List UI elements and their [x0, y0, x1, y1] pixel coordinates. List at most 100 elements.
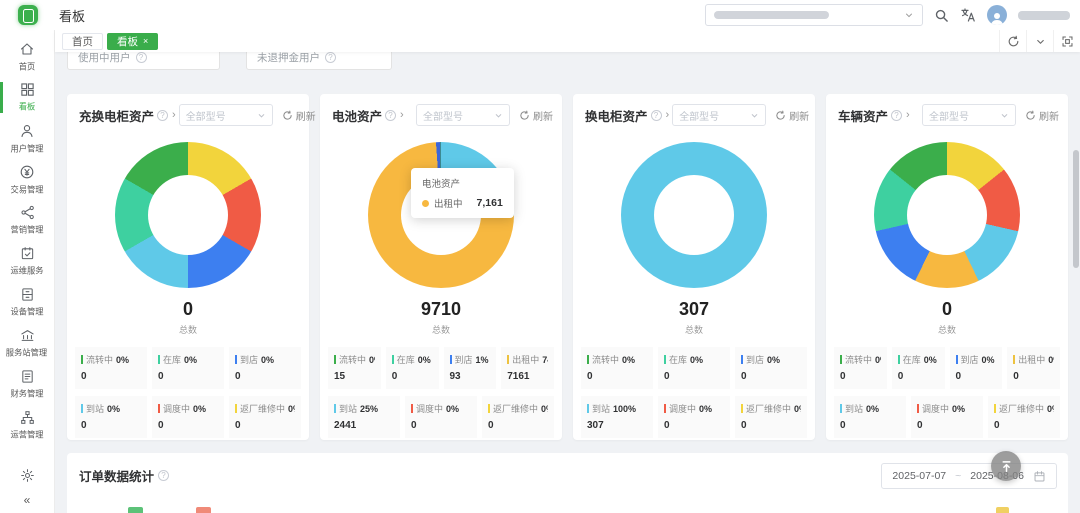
sidebar-item-users[interactable]: 用户管理: [0, 118, 54, 159]
stat-value: 0: [81, 371, 141, 382]
sidebar-item-transactions[interactable]: 交易管理: [0, 159, 54, 200]
refresh-button[interactable]: 刷新: [519, 108, 553, 123]
sidebar-item-devices[interactable]: 设备管理: [0, 282, 54, 323]
username-redacted[interactable]: [1018, 11, 1070, 20]
sidebar-item-home[interactable]: 首页: [0, 36, 54, 77]
filter-label: 未退押金用户: [257, 52, 320, 65]
chevron-right-icon[interactable]: ›: [906, 109, 910, 121]
stat-percent: 1%: [476, 355, 489, 365]
model-filter-select[interactable]: 全部型号: [672, 104, 766, 126]
asset-card: 充换电柜资产 ? › 全部型号 刷新 0 总: [67, 94, 309, 440]
date-start[interactable]: 2025-07-07: [892, 470, 946, 482]
stat-value: 2441: [334, 420, 394, 431]
stat-cell: 到站 25% 2441: [328, 396, 400, 438]
stat-header: 到站 25%: [334, 402, 394, 415]
chart-tooltip: 电池资产 出租中 7,161: [411, 168, 514, 218]
stat-value: 93: [450, 371, 491, 382]
total-number: 0: [826, 299, 1068, 320]
model-filter-select[interactable]: 全部型号: [416, 104, 510, 126]
model-filter-select[interactable]: 全部型号: [179, 104, 273, 126]
brand-logo[interactable]: [18, 5, 38, 25]
refresh-icon[interactable]: [999, 30, 1026, 52]
sidebar-item-finance[interactable]: 财务管理: [0, 364, 54, 405]
stat-value: 307: [587, 420, 647, 431]
donut-chart-wrap: [573, 132, 815, 298]
sidebar-item-operations[interactable]: 运营管理: [0, 405, 54, 446]
total-label: 总数: [67, 323, 309, 336]
refresh-button[interactable]: 刷新: [282, 108, 316, 123]
stat-color-bar: [956, 355, 958, 364]
help-icon: ?: [651, 110, 662, 121]
gear-icon[interactable]: [20, 468, 35, 483]
orders-section-title: 订单数据统计: [79, 466, 154, 485]
vertical-scrollbar[interactable]: [1073, 150, 1079, 268]
sidebar-item-label: 运营管理: [10, 429, 43, 441]
refresh-label: 刷新: [1039, 108, 1059, 123]
legend-chip-green[interactable]: [128, 507, 143, 513]
stat-name: 到站: [592, 402, 610, 415]
user-avatar[interactable]: [987, 5, 1007, 25]
donut-chart-wrap: [826, 132, 1068, 298]
refresh-button[interactable]: 刷新: [775, 108, 809, 123]
stat-cell: 到店 0% 0: [950, 347, 1003, 389]
model-filter-select[interactable]: 全部型号: [922, 104, 1016, 126]
tab-home[interactable]: 首页: [62, 33, 103, 50]
stat-percent: 0%: [767, 355, 780, 365]
chevron-down-icon: [1000, 111, 1009, 120]
help-icon: ?: [385, 110, 396, 121]
stat-value: 0: [664, 420, 724, 431]
filter-deposit-users[interactable]: 未退押金用户 ?: [246, 52, 392, 70]
chevron-right-icon[interactable]: ›: [666, 109, 670, 121]
stat-header: 到站 0%: [81, 402, 141, 415]
stat-value: 0: [158, 420, 218, 431]
stat-cell: 到店 0% 0: [735, 347, 807, 389]
stat-cell: 流转中 0% 0: [581, 347, 653, 389]
date-range-picker[interactable]: 2025-07-07 ~ 2025-08-06: [881, 463, 1057, 489]
stat-header: 调度中 0%: [664, 402, 724, 415]
close-tab-icon[interactable]: ×: [143, 37, 148, 46]
stat-header: 返厂维修中 0%: [488, 402, 548, 415]
stat-color-bar: [898, 355, 900, 364]
filter-active-users[interactable]: 使用中用户 ?: [67, 52, 220, 70]
org-select[interactable]: [705, 4, 923, 26]
stat-color-bar: [587, 404, 589, 413]
back-to-top-button[interactable]: [991, 451, 1021, 481]
fullscreen-icon[interactable]: [1053, 30, 1080, 52]
search-icon[interactable]: [934, 8, 949, 23]
stat-header: 调度中 0%: [917, 402, 977, 415]
stats-row: 到站 0% 0 调度中 0% 0 返厂维修中 0% 0: [75, 396, 301, 438]
stat-name: 到店: [961, 353, 979, 366]
tab-dashboard[interactable]: 看板 ×: [107, 33, 158, 50]
transaction-icon: [19, 164, 35, 180]
sidebar-item-marketing[interactable]: 营销管理: [0, 200, 54, 241]
refresh-label: 刷新: [789, 108, 809, 123]
stat-percent: 74%: [542, 355, 548, 365]
donut-chart-wrap: 电池资产 出租中 7,161: [320, 132, 562, 298]
sidebar-item-maintenance[interactable]: 运维服务: [0, 241, 54, 282]
refresh-button[interactable]: 刷新: [1025, 108, 1059, 123]
sidebar-item-stations[interactable]: 服务站管理: [0, 323, 54, 364]
stat-value: 15: [334, 371, 375, 382]
app-root: 看板 首页: [0, 0, 1080, 513]
donut-chart[interactable]: [621, 142, 767, 288]
stat-value: 0: [81, 420, 141, 431]
card-header: 充换电柜资产 ? › 全部型号 刷新: [67, 94, 309, 126]
asset-card: 换电柜资产 ? › 全部型号 刷新 307: [573, 94, 815, 440]
sidebar-item-dashboard[interactable]: 看板: [0, 77, 54, 118]
donut-chart[interactable]: [874, 142, 1020, 288]
legend-chip-yellow[interactable]: [996, 507, 1009, 513]
chevron-right-icon[interactable]: ›: [172, 109, 176, 121]
stat-value: 0: [664, 371, 724, 382]
stat-percent: 0%: [116, 355, 129, 365]
donut-chart[interactable]: [115, 142, 261, 288]
chevron-right-icon[interactable]: ›: [400, 109, 404, 121]
translate-icon[interactable]: [960, 7, 976, 23]
collapse-sidebar-icon[interactable]: «: [24, 493, 31, 507]
legend-chip-red[interactable]: [196, 507, 211, 513]
stat-percent: 0%: [107, 404, 120, 414]
refresh-label: 刷新: [296, 108, 316, 123]
stat-header: 到店 0%: [741, 353, 801, 366]
stat-value: 0: [411, 420, 471, 431]
stat-name: 调度中: [922, 402, 949, 415]
chevron-down-icon[interactable]: [1026, 30, 1053, 52]
